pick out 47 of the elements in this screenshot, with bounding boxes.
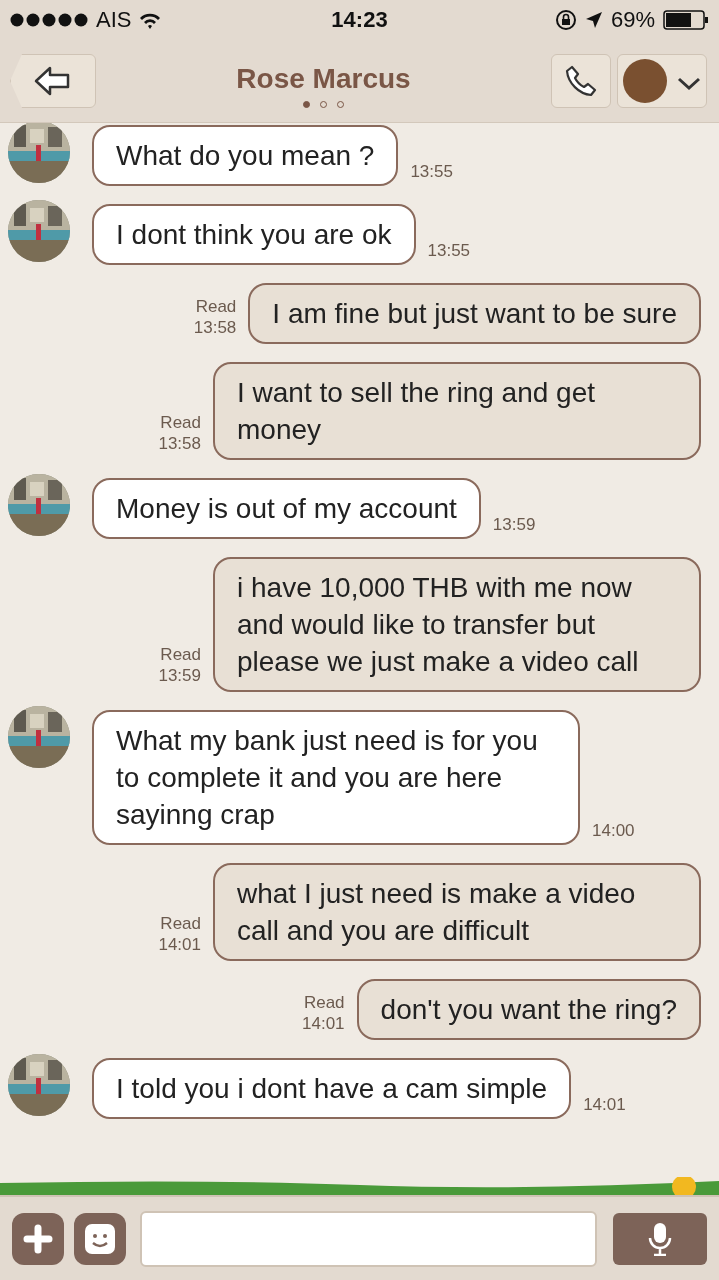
read-receipt: Read — [160, 913, 201, 934]
chat-title: Rose Marcus — [236, 62, 411, 95]
message-bubble: What my bank just need is for you to complete it and you are here sayinng crap — [92, 710, 580, 845]
read-receipt: Read — [160, 412, 201, 433]
plus-icon — [23, 1223, 53, 1254]
read-receipt: Read — [303, 992, 345, 1013]
sticker-button[interactable] — [74, 1212, 126, 1265]
message-time: 13:59 — [492, 515, 536, 535]
message-bubble: i have 10,000 THB with me now and would like to transfer but please we just make a video call — [213, 557, 701, 692]
back-button[interactable] — [10, 54, 96, 108]
message-bubble: what I just need is make a video call and you are difficult — [213, 863, 701, 961]
call-button[interactable] — [551, 54, 611, 108]
message-bubble: I told you i dont have a cam simple — [92, 1058, 572, 1119]
microphone-icon — [648, 1221, 672, 1256]
message-time: 14:01 — [583, 1095, 626, 1115]
add-button[interactable] — [12, 1212, 64, 1265]
message-bubble: Money is out of my account — [92, 478, 481, 539]
location-icon — [584, 11, 603, 29]
message-bubble: I dont think you are ok — [92, 204, 416, 265]
message-time: 13:58 — [193, 317, 237, 338]
message-bubble: I am fine but just want to be sure — [248, 283, 701, 344]
smiley-icon — [84, 1222, 116, 1255]
message-time: 13:59 — [158, 665, 201, 686]
message-time: 14:00 — [592, 821, 635, 841]
battery-percent: 69% — [610, 7, 655, 33]
message-bubble: I want to sell the ring and get money — [213, 362, 701, 460]
read-receipt: Read — [195, 296, 237, 317]
battery-icon — [663, 10, 709, 30]
message-time: 14:01 — [158, 934, 201, 955]
message-time: 13:55 — [410, 162, 453, 182]
message-time: 13:55 — [427, 241, 471, 261]
message-bubble: don't you want the ring? — [356, 979, 701, 1040]
read-receipt: Read — [160, 644, 201, 665]
back-arrow-icon — [34, 66, 72, 96]
message-time: 14:01 — [302, 1013, 345, 1034]
clock: 14:23 — [331, 7, 388, 33]
voice-button[interactable] — [613, 1212, 707, 1265]
message-time: 13:58 — [158, 433, 201, 454]
phone-icon — [564, 64, 598, 98]
avatar-icon — [622, 58, 668, 104]
message-input[interactable] — [140, 1210, 597, 1267]
signal-icon — [10, 13, 88, 27]
wifi-icon — [139, 11, 162, 29]
rotation-lock-icon — [554, 9, 577, 31]
profile-menu-button[interactable] — [617, 54, 707, 108]
carrier-name: AIS — [96, 7, 132, 33]
message-bubble: What do you mean ? — [92, 125, 399, 186]
